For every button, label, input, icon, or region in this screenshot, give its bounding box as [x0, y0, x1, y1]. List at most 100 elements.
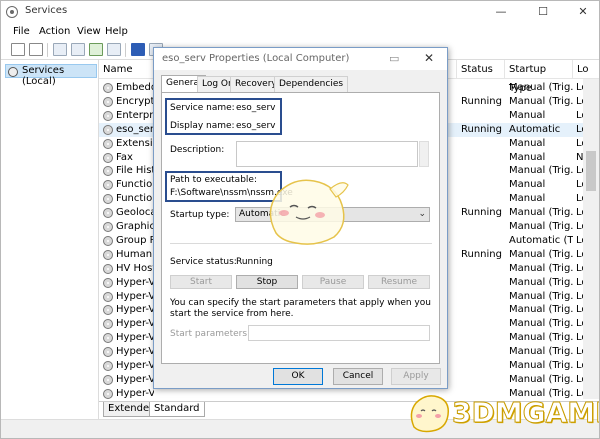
cell-name: Geolocatio — [116, 207, 154, 219]
gear-icon — [103, 110, 113, 121]
export-list-icon[interactable] — [107, 43, 121, 56]
dialog-title: eso_serv Properties (Local Computer) — [162, 53, 350, 64]
cell-startup: Manual (Trig... — [509, 221, 573, 232]
menu-bar: File Action View Help — [1, 23, 599, 40]
gear-icon — [103, 291, 113, 302]
menu-view[interactable]: View — [77, 26, 101, 37]
maximize-button[interactable]: ☐ — [523, 1, 563, 23]
menu-action[interactable]: Action — [39, 26, 70, 37]
cell-status — [461, 373, 507, 387]
gear-icon — [103, 388, 113, 399]
window-title: Services — [25, 5, 68, 16]
services-gear-icon — [6, 6, 18, 18]
cell-status: Running — [461, 207, 502, 219]
mascot-watermark-icon — [269, 179, 349, 245]
display-name-value: eso_serv — [236, 121, 276, 131]
cell-name: Embedde — [116, 82, 154, 93]
help-icon[interactable] — [131, 43, 145, 56]
cell-status — [461, 345, 507, 359]
scrollbar-thumb[interactable] — [586, 151, 596, 191]
cell-startup: Manual (Trig... — [509, 304, 573, 316]
tree-item-services-local[interactable]: Services (Local) — [5, 64, 97, 87]
cell-name: Human In — [116, 248, 154, 260]
column-header-startup-type[interactable]: Startup Type — [505, 60, 573, 94]
properties-icon[interactable] — [71, 43, 85, 56]
watermark-mascot-icon — [410, 395, 450, 433]
gear-icon — [103, 333, 113, 344]
cell-name: Function — [116, 179, 154, 191]
toolbar-separator — [47, 43, 48, 57]
gear-icon — [8, 67, 18, 77]
tab-dependencies[interactable]: Dependencies — [274, 76, 349, 92]
watermark-text: 3DMGAME — [451, 396, 600, 430]
tab-standard[interactable]: Standard — [149, 402, 205, 417]
navigation-tree: Services (Local) — [1, 60, 99, 430]
gear-icon — [103, 305, 113, 316]
resume-button[interactable]: Resume — [368, 275, 430, 289]
cell-name: Hyper-V H — [116, 332, 154, 344]
cell-name: Hyper-V C — [116, 304, 154, 316]
cell-status — [461, 164, 507, 178]
cell-name: Hyper-V P — [116, 346, 154, 358]
refresh-icon[interactable] — [89, 43, 103, 56]
gear-icon — [103, 361, 113, 371]
show-tree-icon[interactable] — [53, 43, 67, 56]
gear-icon — [103, 138, 113, 149]
cell-name: Encryptin — [116, 95, 154, 107]
startup-type-label: Startup type: — [170, 210, 230, 220]
column-header-status[interactable]: Status — [457, 60, 505, 79]
cancel-button[interactable]: Cancel — [333, 368, 383, 385]
gear-icon — [103, 166, 113, 177]
path-label: Path to executable: — [170, 175, 257, 185]
gear-icon — [103, 180, 113, 191]
ok-button[interactable]: OK — [273, 368, 323, 385]
cell-startup: Manual (Trig... — [509, 346, 573, 358]
cell-name: File Histor — [116, 165, 154, 177]
close-button[interactable]: ✕ — [563, 1, 599, 23]
menu-file[interactable]: File — [13, 26, 30, 37]
cell-status — [461, 81, 507, 95]
cell-name: Group Po — [116, 234, 154, 246]
cell-startup: Manual (Trig... — [509, 82, 573, 93]
service-name-label: Service name: — [170, 103, 235, 113]
description-field[interactable] — [236, 141, 418, 167]
gear-icon — [103, 319, 113, 330]
dialog-close-button[interactable]: ✕ — [424, 51, 434, 65]
column-header-log-on[interactable]: Lo — [573, 60, 599, 79]
services-window: Services — ☐ ✕ File Action View Help Ser… — [0, 0, 600, 439]
gear-icon — [103, 374, 113, 385]
cell-startup: Manual — [509, 137, 546, 149]
cell-startup: Manual (Trig... — [509, 373, 573, 385]
menu-help[interactable]: Help — [105, 26, 128, 37]
cell-status — [461, 276, 507, 290]
cell-status: Running — [461, 95, 502, 107]
watermark: 3DMGAME — [406, 389, 600, 435]
cell-name: HV Host S — [116, 262, 154, 274]
cell-startup: Manual (Trig... — [509, 95, 573, 107]
cell-status: Running — [461, 123, 502, 135]
cell-name: Extensible — [116, 137, 154, 149]
forward-icon[interactable] — [29, 43, 43, 56]
cell-name: Hyper-V T — [116, 373, 154, 385]
service-status-label: Service status: — [170, 257, 237, 267]
cell-status — [461, 109, 507, 123]
gear-icon — [103, 347, 113, 358]
dialog-restore-icon[interactable]: ▭ — [389, 52, 399, 65]
stop-button[interactable]: Stop — [236, 275, 298, 289]
description-scrollbar[interactable] — [419, 141, 429, 167]
cell-startup: Automatic (T... — [509, 234, 573, 246]
start-button[interactable]: Start — [170, 275, 232, 289]
display-name-label: Display name: — [170, 121, 235, 131]
gear-icon — [103, 208, 113, 219]
cell-name: Hyper-V V — [116, 387, 154, 399]
gear-icon — [103, 194, 113, 205]
start-parameters-input[interactable] — [248, 325, 430, 341]
pause-button[interactable]: Pause — [302, 275, 364, 289]
cell-startup: Manual — [509, 151, 546, 163]
vertical-scrollbar[interactable] — [583, 79, 599, 399]
gear-icon — [103, 263, 113, 274]
back-icon[interactable] — [11, 43, 25, 56]
apply-button[interactable]: Apply — [391, 368, 441, 385]
minimize-button[interactable]: — — [481, 1, 521, 23]
gear-icon — [103, 124, 113, 135]
